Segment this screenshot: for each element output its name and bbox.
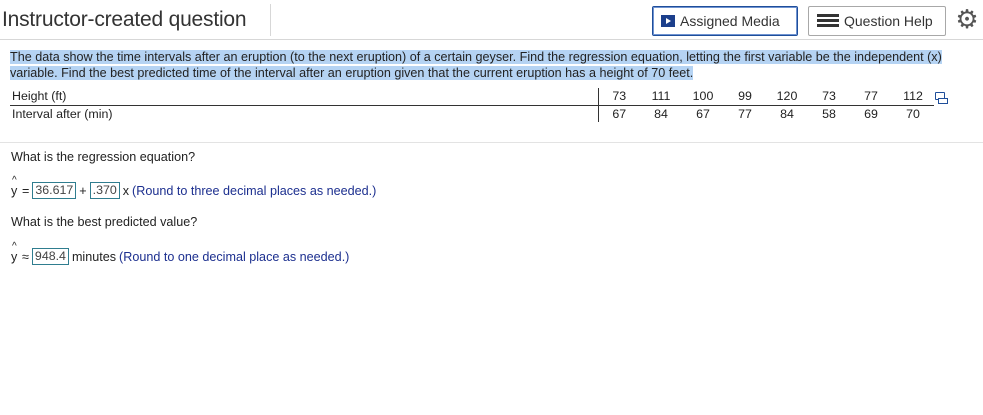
predicted-value-input[interactable]: 948.4 bbox=[31, 248, 69, 265]
equals-sign: = bbox=[22, 183, 30, 198]
copy-data-icon[interactable] bbox=[935, 92, 948, 104]
rounding-hint: (Round to three decimal places as needed… bbox=[132, 183, 377, 198]
table-cell: 112 bbox=[892, 88, 934, 106]
y-hat-symbol: y bbox=[11, 175, 19, 198]
table-cell: 111 bbox=[640, 88, 682, 106]
data-table: Height (ft) 73 111 100 99 120 73 77 112 … bbox=[10, 88, 934, 122]
table-cell: 69 bbox=[864, 106, 878, 121]
question-help-label: Question Help bbox=[844, 13, 933, 29]
regression-answer-line: y = 36.617 + .370 x (Round to three deci… bbox=[11, 175, 377, 199]
table-cell: 120 bbox=[766, 88, 808, 106]
page-title: Instructor-created question bbox=[2, 8, 247, 31]
table-cell: 84 bbox=[654, 106, 668, 121]
question-text-end: feet. bbox=[665, 65, 694, 80]
table-cell: 67 bbox=[696, 106, 710, 121]
question-help-button[interactable]: Question Help bbox=[808, 6, 946, 36]
question-height-value: 70 bbox=[651, 65, 666, 80]
assigned-media-button[interactable]: Assigned Media bbox=[652, 6, 798, 36]
prediction-prompt: What is the best predicted value? bbox=[11, 215, 198, 229]
media-play-icon bbox=[661, 15, 675, 27]
question-text: The data show the time intervals after a… bbox=[10, 50, 980, 81]
question-header: Instructor-created question Assigned Med… bbox=[0, 0, 983, 40]
table-cell: 99 bbox=[724, 88, 766, 106]
table-cell: 70 bbox=[906, 106, 920, 121]
table-cell: 77 bbox=[738, 106, 752, 121]
table-cell: 84 bbox=[780, 106, 794, 121]
gear-icon[interactable]: ⚙ bbox=[955, 5, 979, 33]
row-label-interval: Interval after (min) bbox=[12, 106, 113, 121]
title-divider bbox=[270, 4, 271, 36]
y-hat-symbol: y bbox=[11, 241, 19, 264]
rounding-hint: (Round to one decimal place as needed.) bbox=[119, 249, 350, 264]
table-row-height: Height (ft) 73 111 100 99 120 73 77 112 bbox=[10, 88, 934, 106]
plus-sign: + bbox=[79, 183, 87, 198]
approx-sign: ≈ bbox=[22, 249, 29, 264]
units-label: minutes bbox=[71, 249, 117, 264]
table-cell: 73 bbox=[808, 88, 850, 106]
table-cell: 73 bbox=[597, 88, 640, 106]
table-cell: 77 bbox=[850, 88, 892, 106]
table-cell: 100 bbox=[682, 88, 724, 106]
question-text-highlight: The data show the time intervals after a… bbox=[10, 50, 942, 80]
assigned-media-label: Assigned Media bbox=[680, 13, 780, 29]
table-row-interval: Interval after (min) 67 84 67 77 84 58 6… bbox=[10, 105, 934, 122]
table-cell: 58 bbox=[822, 106, 836, 121]
row-label-height: Height (ft) bbox=[10, 88, 598, 106]
prediction-answer-line: y ≈ 948.4 minutes (Round to one decimal … bbox=[11, 241, 350, 265]
slope-input[interactable]: .370 bbox=[89, 182, 120, 199]
x-variable: x bbox=[122, 183, 130, 198]
list-icon bbox=[817, 14, 839, 28]
intercept-input[interactable]: 36.617 bbox=[32, 182, 77, 199]
table-cell: 67 bbox=[597, 105, 640, 122]
regression-prompt: What is the regression equation? bbox=[11, 150, 196, 164]
section-divider bbox=[0, 142, 983, 143]
